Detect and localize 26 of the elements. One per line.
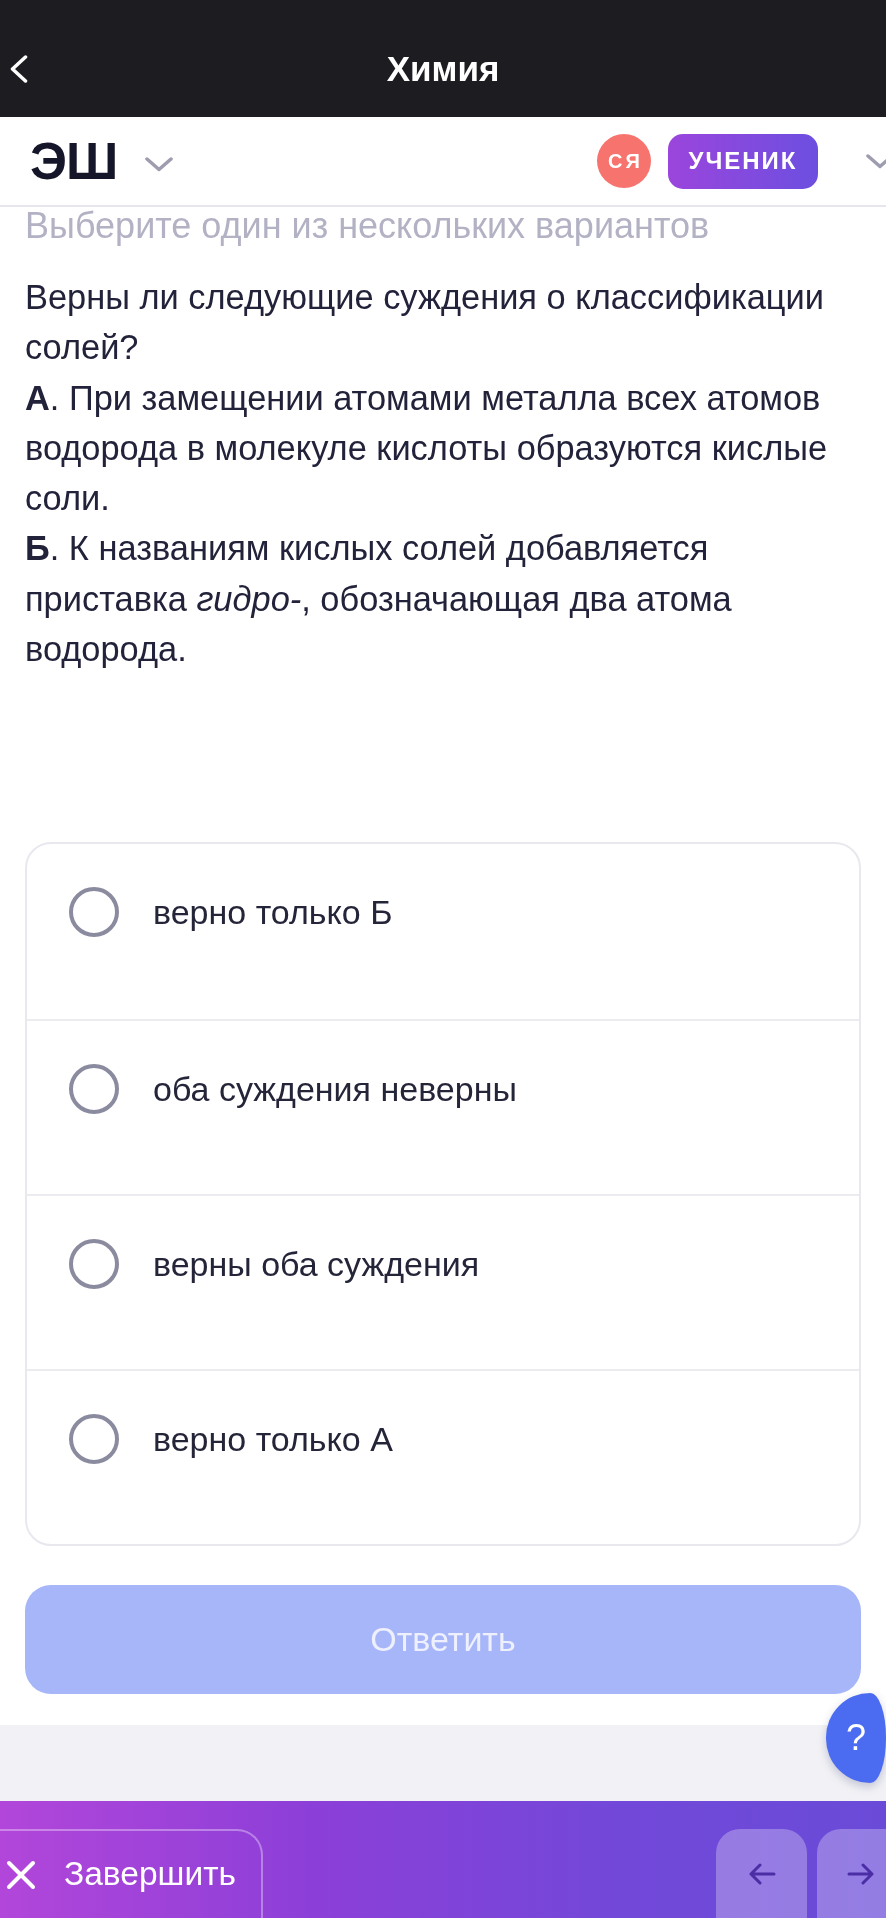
help-button[interactable]: ? [826, 1693, 886, 1783]
radio-button[interactable] [69, 1414, 119, 1465]
radio-button[interactable] [69, 1064, 119, 1115]
finish-button[interactable]: Завершить [0, 1829, 263, 1918]
previous-button[interactable] [716, 1829, 807, 1918]
radio-button[interactable] [69, 1239, 119, 1290]
arrow-right-icon [847, 1862, 875, 1885]
chevron-left-icon[interactable] [10, 54, 28, 83]
app-logo: ЭШ [30, 135, 118, 187]
option-label[interactable]: верны оба суждения [153, 1239, 480, 1290]
arrow-left-icon [747, 1862, 776, 1885]
close-icon [6, 1859, 36, 1890]
statement-text: А. При замещении атомами металла всех атомов водорода в молекуле кислоты образуются кислые соли. [25, 377, 829, 520]
user-avatar[interactable]: СЯ [597, 134, 651, 188]
option-label[interactable]: верно только Б [153, 887, 393, 938]
option-label[interactable]: верно только А [153, 1414, 393, 1465]
chevron-down-icon[interactable] [866, 153, 886, 169]
screen-title: Химия [386, 47, 500, 90]
chevron-down-icon[interactable] [145, 156, 174, 172]
option-label[interactable]: оба суждения неверны [153, 1064, 517, 1115]
instruction-text: Выберите один из нескольких вариантов [25, 207, 711, 245]
statement-text: Б. К названиям кислых солей добавляется приставка гидро-, обозначающая два атома водорода. [25, 528, 733, 671]
radio-button[interactable] [69, 887, 119, 938]
next-button[interactable] [817, 1829, 886, 1918]
role-button[interactable]: УЧЕНИК [668, 133, 818, 189]
question-text: Верны ли следующие суждения о классификации солей? [25, 277, 825, 369]
